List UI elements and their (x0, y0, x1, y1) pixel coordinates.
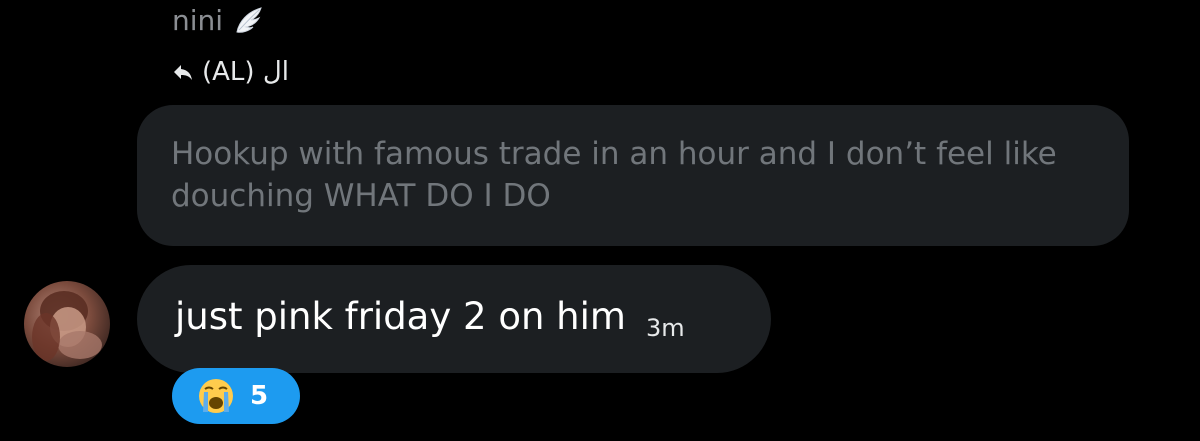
reaction-count: 5 (250, 381, 269, 411)
quoted-message-text: Hookup with famous trade in an hour and … (171, 136, 1057, 214)
message-bubble[interactable]: just pink friday 2 on him 3m (137, 265, 771, 373)
loudly-crying-face-icon (196, 376, 236, 416)
message-text: just pink friday 2 on him (175, 295, 626, 338)
sender-header: nini (172, 2, 265, 38)
reaction-badge[interactable]: 5 (172, 368, 300, 424)
sender-name: nini (172, 3, 224, 37)
dm-conversation: nini (AL) ال Hookup with famous trade in… (0, 0, 1200, 441)
message-timestamp: 3m (645, 314, 685, 342)
angel-wing-icon (233, 4, 265, 36)
avatar[interactable] (24, 281, 110, 367)
reply-arrow-icon (172, 61, 194, 83)
quoted-message-bubble[interactable]: Hookup with famous trade in an hour and … (137, 105, 1129, 246)
reply-context[interactable]: (AL) ال (172, 54, 289, 90)
reply-context-label: (AL) ال (202, 57, 289, 87)
